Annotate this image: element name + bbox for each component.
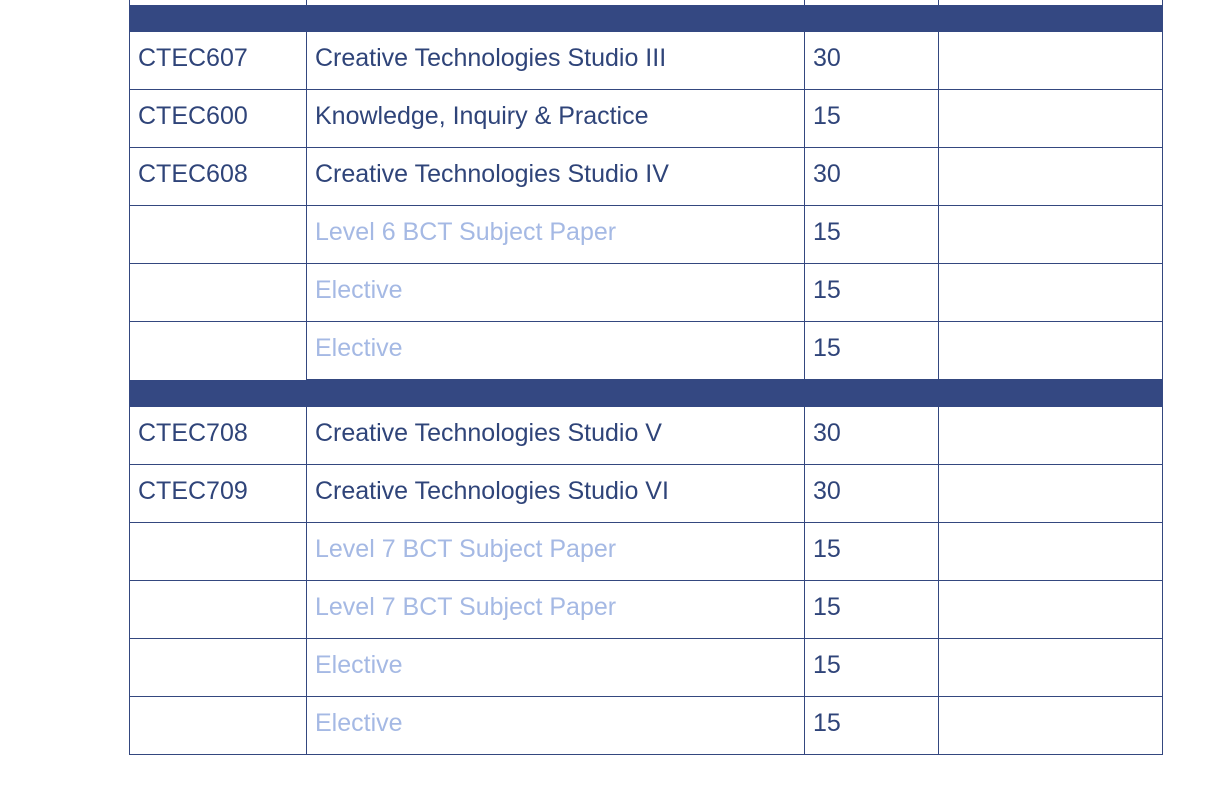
credits-cell: 15	[805, 206, 939, 264]
course-code-cell	[130, 581, 307, 639]
table-row: Elective 15	[129, 322, 1163, 380]
table-row: CTEC709 Creative Technologies Studio VI …	[129, 465, 1163, 523]
empty-cell	[939, 264, 1162, 322]
credits-cell: 15	[805, 90, 939, 148]
section-header-band	[129, 380, 1163, 407]
credits-cell: 15	[805, 697, 939, 755]
course-title-placeholder-cell: Elective	[307, 264, 805, 322]
credits-cell: 30	[805, 465, 939, 523]
table-row: CTEC607 Creative Technologies Studio III…	[129, 32, 1163, 90]
course-code-cell	[130, 206, 307, 264]
course-title-placeholder-cell: Level 7 BCT Subject Paper	[307, 581, 805, 639]
credits-cell: 30	[805, 32, 939, 90]
table-row: Elective 15	[129, 697, 1163, 755]
course-table: CTEC607 Creative Technologies Studio III…	[129, 0, 1163, 755]
empty-cell	[939, 523, 1162, 581]
credits-cell: 15	[805, 523, 939, 581]
course-title-cell: Creative Technologies Studio V	[307, 407, 805, 465]
table-row: CTEC608 Creative Technologies Studio IV …	[129, 148, 1163, 206]
credits-cell: 15	[805, 639, 939, 697]
course-title-placeholder-cell: Elective	[307, 322, 805, 380]
empty-cell	[939, 639, 1162, 697]
empty-cell	[939, 465, 1162, 523]
course-code-cell: CTEC600	[130, 90, 307, 148]
credits-cell: 30	[805, 407, 939, 465]
table-row: Level 7 BCT Subject Paper 15	[129, 523, 1163, 581]
course-title-cell: Creative Technologies Studio IV	[307, 148, 805, 206]
credits-cell: 15	[805, 264, 939, 322]
empty-cell	[939, 32, 1162, 90]
table-row: CTEC708 Creative Technologies Studio V 3…	[129, 407, 1163, 465]
course-code-cell: CTEC708	[130, 407, 307, 465]
course-code-cell	[130, 523, 307, 581]
table-row: Level 6 BCT Subject Paper 15	[129, 206, 1163, 264]
empty-cell	[939, 407, 1162, 465]
table-row: CTEC600 Knowledge, Inquiry & Practice 15	[129, 90, 1163, 148]
credits-cell: 15	[805, 581, 939, 639]
course-title-placeholder-cell: Elective	[307, 639, 805, 697]
course-title-cell: Creative Technologies Studio III	[307, 32, 805, 90]
table-row: Elective 15	[129, 264, 1163, 322]
table-row: Level 7 BCT Subject Paper 15	[129, 581, 1163, 639]
course-title-placeholder-cell: Elective	[307, 697, 805, 755]
empty-cell	[939, 206, 1162, 264]
course-code-cell	[130, 697, 307, 755]
course-title-cell: Knowledge, Inquiry & Practice	[307, 90, 805, 148]
course-code-cell	[130, 639, 307, 697]
credits-cell: 15	[805, 322, 939, 380]
credits-cell: 30	[805, 148, 939, 206]
course-title-cell: Creative Technologies Studio VI	[307, 465, 805, 523]
course-code-cell: CTEC607	[130, 32, 307, 90]
course-code-cell: CTEC709	[130, 465, 307, 523]
table-top-edge	[129, 0, 1163, 5]
course-code-cell	[130, 264, 307, 322]
course-code-cell: CTEC608	[130, 148, 307, 206]
course-title-placeholder-cell: Level 6 BCT Subject Paper	[307, 206, 805, 264]
empty-cell	[939, 148, 1162, 206]
course-code-cell	[130, 322, 307, 380]
section-header-band	[129, 5, 1163, 32]
table-row: Elective 15	[129, 639, 1163, 697]
course-title-placeholder-cell: Level 7 BCT Subject Paper	[307, 523, 805, 581]
empty-cell	[939, 581, 1162, 639]
empty-cell	[939, 322, 1162, 380]
empty-cell	[939, 697, 1162, 755]
empty-cell	[939, 90, 1162, 148]
